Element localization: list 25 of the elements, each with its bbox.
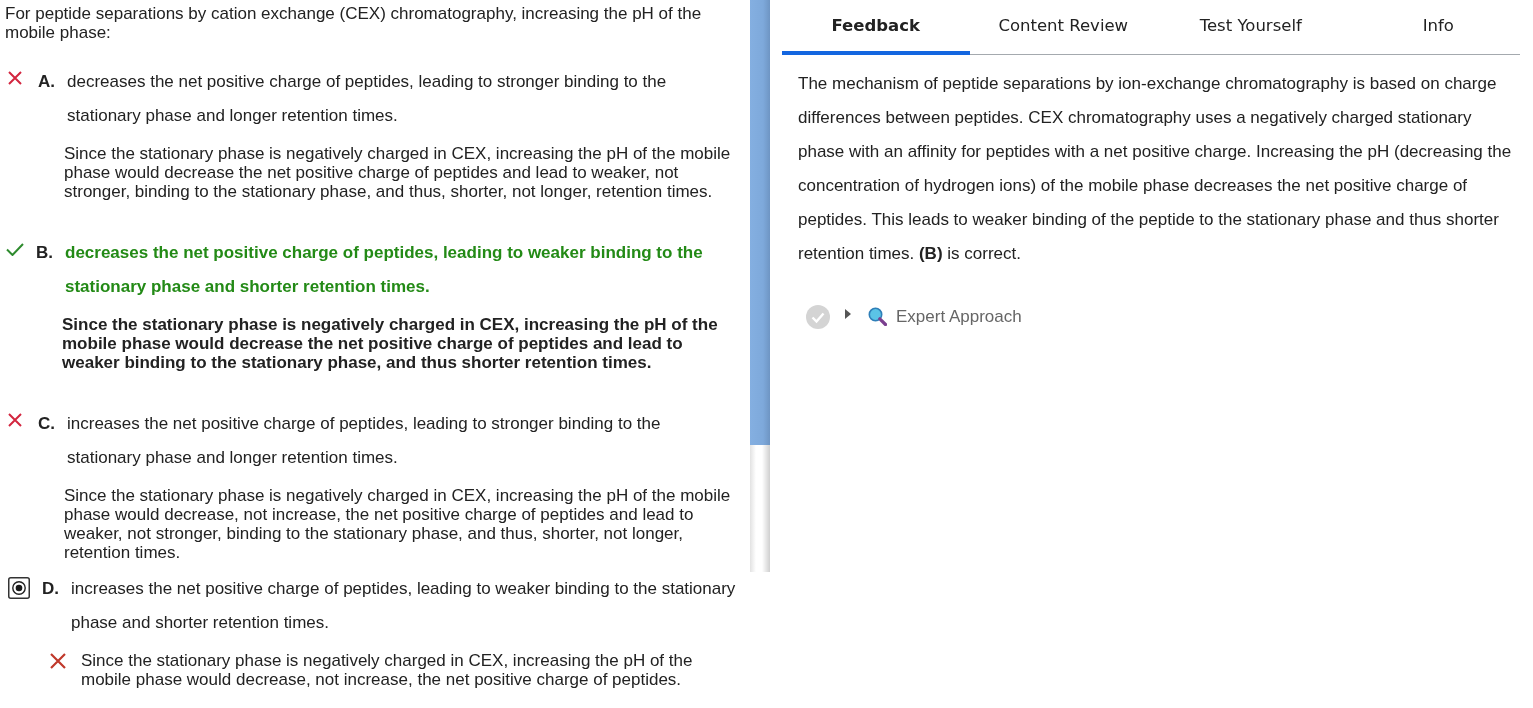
question-text: For peptide separations by cation exchange (CEX) chromatography, increasing the pH of the mobile phase: <box>5 4 703 42</box>
answer-text: decreases the net positive charge of peptides, leading to weaker binding to the stationary phase and shorter retention times. <box>65 242 704 298</box>
answer-text: decreases the net positive charge of peptides, leading to stronger binding to the stationary phase and longer retention times. <box>67 71 668 127</box>
explanation-text: Since the stationary phase is negatively charged in CEX, increasing the pH of the mobile phase would decrease the net positive charge of peptides and lead to weaker binding to the stationary phase, and thus shorter retention times. <box>62 315 719 372</box>
scrollbar-thumb[interactable] <box>750 0 770 445</box>
explanation-text: Since the stationary phase is negatively charged in CEX, increasing the pH of the mobile phase would decrease, not increase, the net positive charge of peptides. <box>81 651 694 689</box>
tab[interactable]: Info <box>1344 0 1520 55</box>
option-letter: A. <box>38 71 55 93</box>
tab[interactable]: Feedback <box>782 0 970 55</box>
search-icon <box>868 307 887 326</box>
explanation-text: Since the stationary phase is negatively charged in CEX, increasing the pH of the mobile phase would decrease, not increase, the net positive charge of peptides and lead to weaker, not stronger, binding to the stationary phase, and thus, shorter, not longer, retention times. <box>64 486 732 562</box>
tab[interactable]: Test Yourself <box>1157 0 1345 55</box>
answer-text: increases the net positive charge of peptides, leading to stronger binding to the stationary phase and longer retention times. <box>67 413 662 469</box>
option-letter: D. <box>42 578 59 600</box>
feedback-text: The mechanism of peptide separations by ion-exchange chromatography is based on charge differences between peptides. CEX chromatography uses a negatively charged stationary phase with an affinity for peptides with a net positive charge. Increasing the pH (decreasing the concentration of hydrogen ions) of the mobile phase decreases the net positive charge of peptides. This leads to weaker binding of the peptide to the stationary phase and thus shorter retention times. (B) is correct. <box>798 72 1513 265</box>
option-letter: B. <box>36 242 53 264</box>
option-letter: C. <box>38 413 55 435</box>
check-circle-icon <box>806 304 830 329</box>
explanation-text: Since the stationary phase is negatively charged in CEX, increasing the pH of the mobile phase would decrease the net positive charge of peptides and lead to weaker, not stronger, binding to the stationary phase, and thus, shorter, not longer, retention times. <box>64 144 732 201</box>
caret-icon[interactable] <box>845 308 851 319</box>
answer-text: increases the net positive charge of peptides, leading to weaker binding to the stationary phase and shorter retention times. <box>71 578 737 634</box>
expert-approach-link[interactable]: Expert Approach <box>896 304 1022 329</box>
scrollbar-track[interactable] <box>750 0 770 572</box>
tab[interactable]: Content Review <box>969 0 1157 55</box>
selected-radio-icon[interactable] <box>8 577 30 599</box>
